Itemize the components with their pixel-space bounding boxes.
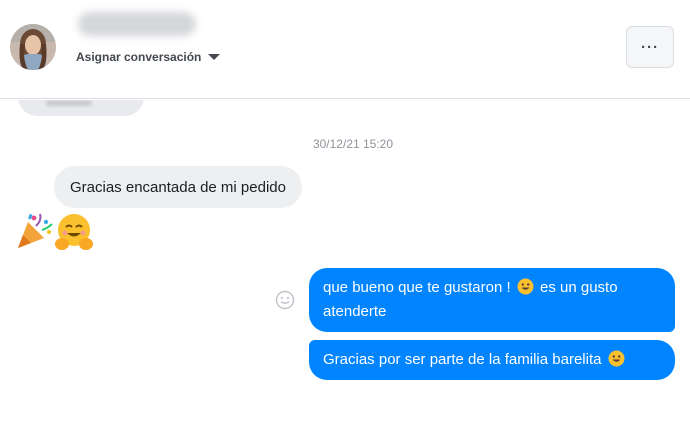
smiley-reaction-icon[interactable] (275, 290, 295, 310)
assign-conversation-dropdown[interactable]: Asignar conversación (76, 50, 221, 64)
outgoing-message-bubble[interactable]: que bueno que te gustaron ! es un gusto … (309, 268, 675, 332)
incoming-message-bubble[interactable]: Gracias encantada de mi pedido (54, 166, 302, 208)
outgoing-message-text: Gracias por ser parte de la familia bare… (323, 351, 602, 368)
assign-conversation-label: Asignar conversación (76, 50, 202, 64)
hugging-face-emoji (55, 214, 93, 250)
more-options-button[interactable]: ··· (626, 26, 674, 68)
contact-avatar[interactable] (10, 24, 56, 70)
party-popper-emoji (18, 213, 53, 248)
previous-message-bubble (18, 100, 144, 116)
contact-name-redacted (78, 12, 196, 36)
message-timestamp: 30/12/21 15:20 (312, 137, 394, 151)
ellipsis-icon: ··· (641, 38, 659, 56)
smiley-emoji (608, 350, 625, 367)
message-thread: 30/12/21 15:20 Gracias encantada de mi p… (0, 100, 690, 421)
conversation-header: Asignar conversación ··· (0, 0, 690, 99)
outgoing-message-bubble[interactable]: Gracias por ser parte de la familia bare… (309, 340, 675, 380)
smiley-emoji (517, 278, 534, 295)
incoming-emoji-message[interactable] (16, 212, 94, 252)
outgoing-message-text: que bueno que te gustaron ! (323, 279, 511, 296)
incoming-message-text: Gracias encantada de mi pedido (70, 178, 286, 196)
caret-down-icon (208, 54, 221, 60)
